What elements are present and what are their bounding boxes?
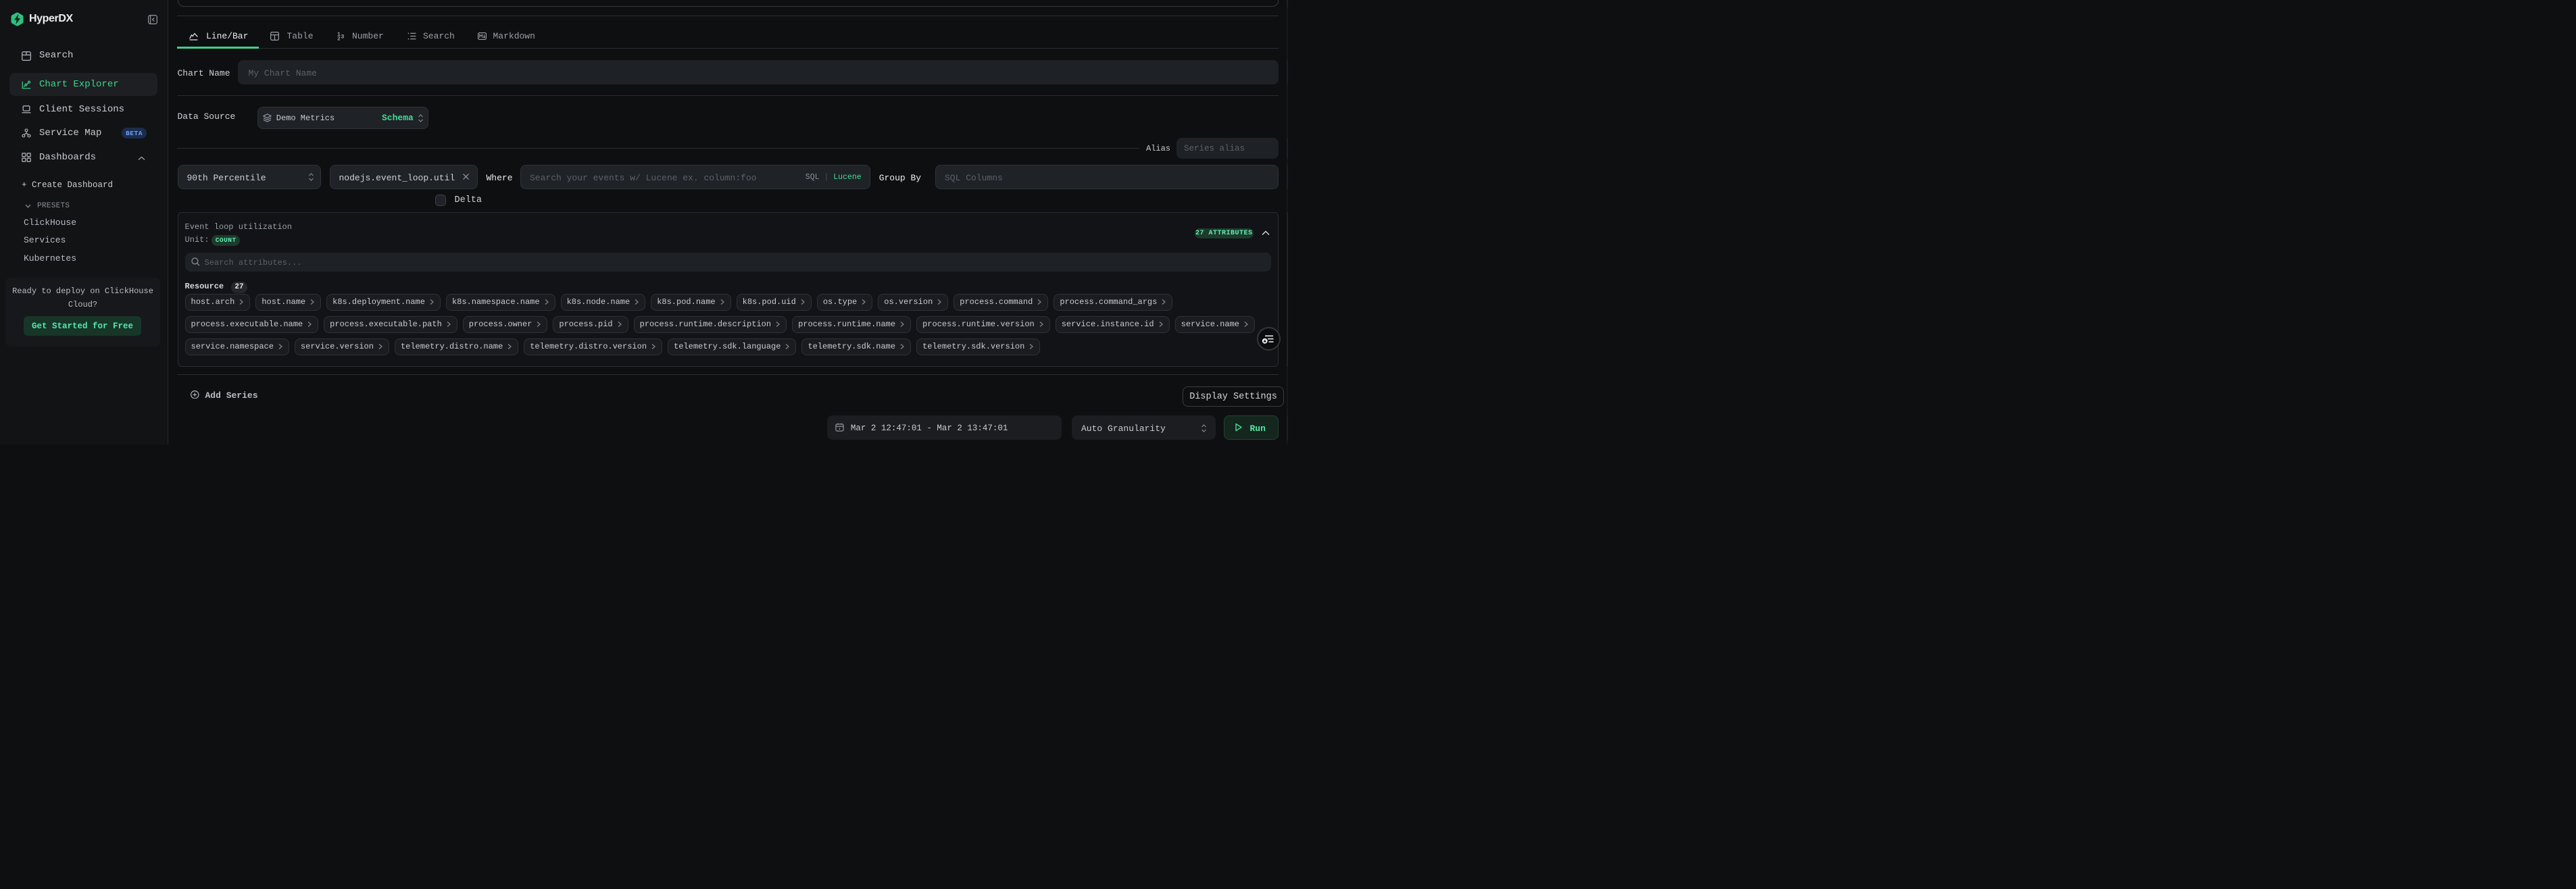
svg-text:2: 2 xyxy=(337,36,341,41)
svg-text:3: 3 xyxy=(341,34,344,41)
